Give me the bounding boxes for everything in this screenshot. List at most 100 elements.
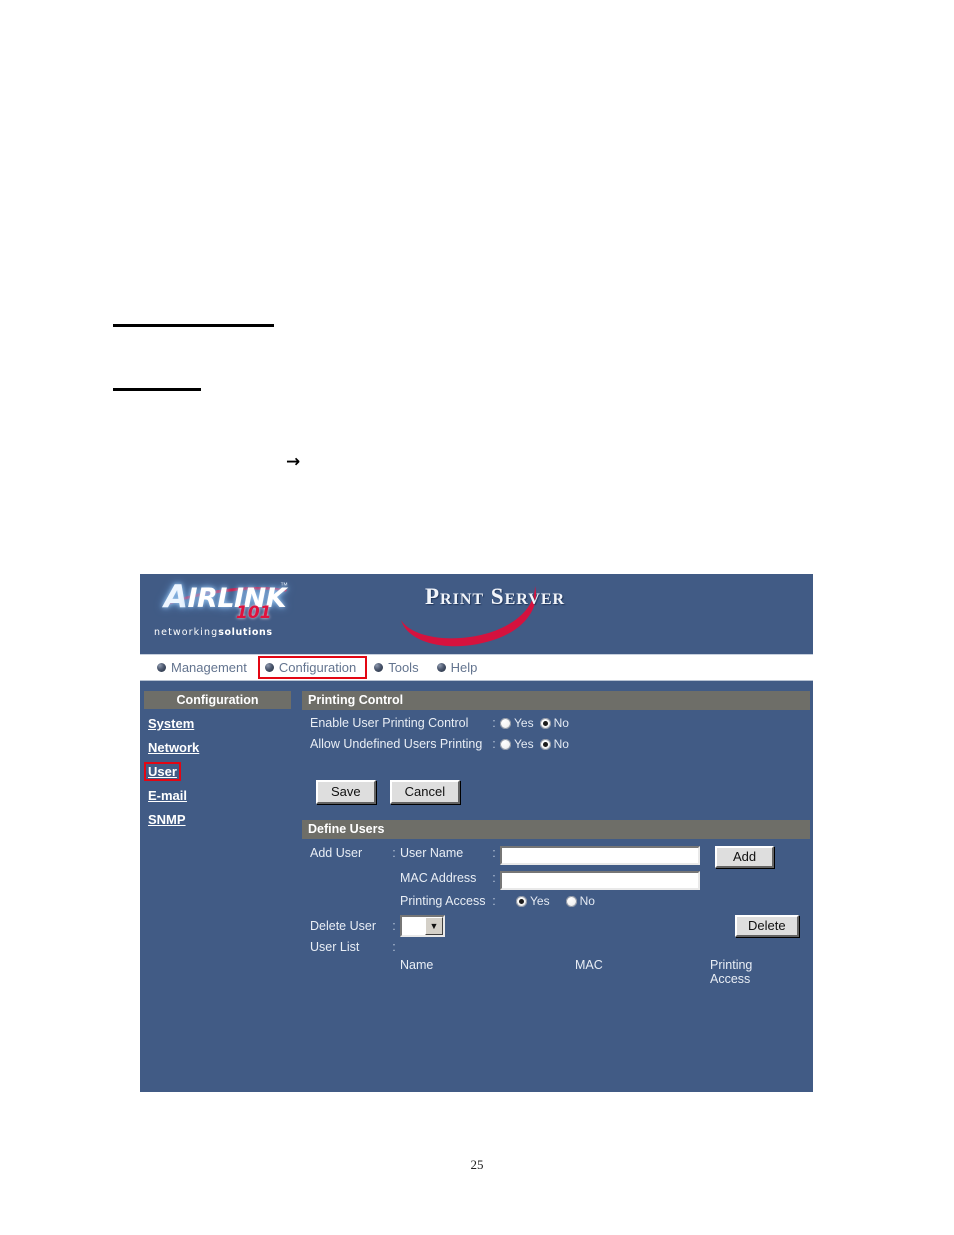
delete-user-label: Delete User (310, 918, 376, 933)
logo-tagline-bold: solutions (218, 627, 273, 638)
field-colon: : (392, 940, 396, 954)
row-printing-access: Printing Access : Yes No (310, 894, 810, 909)
bullet-icon (264, 663, 274, 672)
radio-dot-icon-selected (539, 739, 551, 750)
section-header-printing-control: Printing Control (302, 691, 810, 710)
field-colon: : (392, 918, 396, 933)
row-add-user-username: Add User : User Name : Add (310, 846, 810, 868)
horizontal-rule-second (113, 388, 201, 391)
airlink-101-logo: AIRLINK ™ 101 networkingsolutions (152, 579, 312, 647)
nav-item-configuration[interactable]: Configuration (257, 656, 368, 679)
horizontal-rule-top (113, 324, 274, 327)
sidebar-item-network-wrap: Network (140, 733, 297, 757)
printing-control-form: Enable User Printing Control : Yes No Al… (302, 710, 810, 804)
content-area: Printing Control Enable User Printing Co… (297, 681, 813, 1091)
user-name-input[interactable] (500, 846, 700, 865)
printing-access-label: Printing Access (400, 894, 486, 908)
nav-item-label: Configuration (278, 660, 357, 675)
radio-group-allow-undefined-users: Yes No (500, 737, 569, 752)
radio-dot-icon (565, 896, 577, 907)
user-name-label: User Name (400, 846, 464, 860)
bullet-icon (374, 663, 384, 672)
radio-printing-access-no[interactable]: No (565, 894, 595, 909)
radio-dot-icon-selected (539, 718, 551, 729)
radio-label: Yes (530, 894, 550, 908)
radio-allow-undefined-yes[interactable]: Yes (500, 737, 534, 752)
nav-item-management[interactable]: Management (150, 656, 258, 679)
radio-dot-icon (500, 718, 511, 729)
radio-group-printing-access: Yes No (516, 894, 595, 909)
radio-enable-printing-no[interactable]: No (539, 716, 569, 731)
sidebar-item-user-wrap: User (140, 757, 297, 781)
field-allow-undefined-users-printing: Allow Undefined Users Printing : Yes No (310, 737, 810, 752)
print-server-web-ui-panel: AIRLINK ™ 101 networkingsolutions Print … (140, 574, 813, 1092)
save-button[interactable]: Save (316, 780, 376, 804)
page-body: Configuration System Network User E-mail… (140, 681, 813, 1091)
sidebar-item-email-wrap: E-mail (140, 781, 297, 805)
delete-user-select[interactable]: ▼ (400, 915, 445, 937)
page-number: 25 (470, 1157, 484, 1172)
define-users-form: Add User : User Name : Add MAC Address : (302, 839, 810, 986)
page-title: Print Server (425, 584, 566, 609)
user-list-column-headers: Name MAC Printing Access (310, 958, 810, 986)
user-list-column-mac: MAC (575, 958, 603, 972)
sidebar-item-network[interactable]: Network (144, 738, 203, 757)
field-colon: : (392, 846, 396, 860)
field-label: Enable User Printing Control (310, 716, 469, 730)
nav-item-label: Tools (388, 660, 419, 675)
delete-user-button[interactable]: Delete (735, 915, 799, 937)
banner: AIRLINK ™ 101 networkingsolutions Print … (140, 574, 813, 654)
radio-dot-icon-selected (516, 896, 527, 907)
sidebar-item-snmp[interactable]: SNMP (144, 810, 190, 829)
field-colon: : (492, 846, 496, 860)
radio-dot-icon (500, 739, 511, 750)
sidebar-header: Configuration (144, 691, 291, 709)
mac-address-label: MAC Address (400, 871, 477, 885)
main-navigation-bar: Management Configuration Tools Help (140, 654, 813, 681)
radio-label: No (579, 894, 595, 908)
field-enable-user-printing-control: Enable User Printing Control : Yes No (310, 716, 810, 731)
chevron-down-icon[interactable]: ▼ (425, 917, 443, 935)
field-colon: : (492, 737, 496, 751)
bullet-icon (157, 663, 166, 672)
row-user-list: User List : (310, 940, 810, 955)
user-list-column-printing-access: Printing Access (710, 958, 753, 986)
radio-label: Yes (514, 716, 534, 730)
nav-item-tools[interactable]: Tools (367, 656, 429, 679)
printing-control-buttons: Save Cancel (310, 758, 810, 804)
arrow-glyph: → (286, 452, 301, 472)
row-delete-user: Delete User : ▼ Delete (310, 915, 810, 937)
user-list-label: User List (310, 940, 360, 954)
sidebar-item-snmp-wrap: SNMP (140, 805, 297, 829)
cancel-button[interactable]: Cancel (389, 780, 461, 804)
add-user-button[interactable]: Add (715, 846, 775, 868)
trademark-icon: ™ (280, 581, 288, 590)
sidebar-item-email[interactable]: E-mail (144, 786, 191, 805)
radio-allow-undefined-no[interactable]: No (539, 737, 569, 752)
bullet-icon (436, 663, 446, 672)
sidebar-item-system[interactable]: System (144, 714, 198, 733)
radio-printing-access-yes[interactable]: Yes (516, 894, 550, 909)
nav-item-label: Management (171, 660, 247, 675)
radio-label: Yes (514, 737, 534, 751)
logo-model-number: 101 (236, 603, 272, 623)
sidebar-item-user[interactable]: User (144, 762, 181, 781)
nav-item-help[interactable]: Help (430, 656, 489, 679)
field-colon: : (492, 871, 496, 885)
sidebar: Configuration System Network User E-mail… (140, 681, 297, 1091)
radio-group-enable-user-printing-control: Yes No (500, 716, 569, 731)
logo-tagline: networkingsolutions (154, 627, 273, 638)
add-user-label: Add User (310, 846, 363, 860)
radio-enable-printing-yes[interactable]: Yes (500, 716, 534, 731)
field-colon: : (492, 716, 496, 730)
section-header-define-users: Define Users (302, 820, 810, 839)
logo-wordmark-cap: A (164, 579, 188, 615)
radio-label: No (553, 716, 569, 730)
logo-tagline-light: networking (154, 627, 219, 638)
sidebar-item-system-wrap: System (140, 709, 297, 733)
nav-item-label: Help (450, 660, 478, 675)
radio-label: No (553, 737, 569, 751)
field-colon: : (492, 894, 496, 908)
row-add-user-mac: MAC Address : (310, 871, 810, 890)
mac-address-input[interactable] (500, 871, 700, 890)
